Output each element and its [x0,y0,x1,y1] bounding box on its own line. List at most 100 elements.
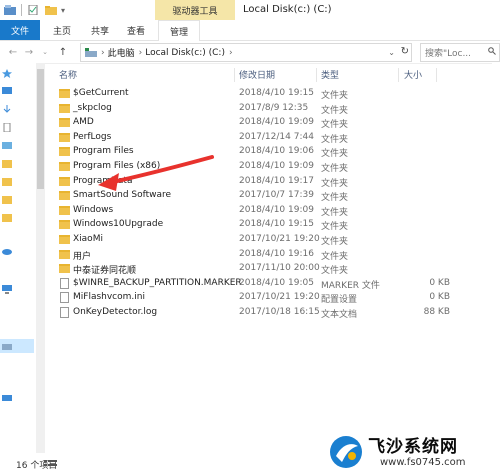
folder-row[interactable]: 用户 2018/4/10 19:16 文件夹 [56,248,500,262]
folder-row[interactable]: Program Files 2018/4/10 19:06 文件夹 [56,145,500,159]
file-type: 文件夹 [321,193,349,204]
folder-row[interactable]: Program Files (x86) 2018/4/10 19:09 文件夹 [56,160,500,174]
folder-row[interactable]: Windows 2018/4/10 19:09 文件夹 [56,204,500,218]
file-type: 文件夹 [321,207,349,218]
forward-button[interactable]: → [22,45,36,59]
nav-item[interactable] [0,103,34,117]
nav-item[interactable] [0,393,34,407]
scrollbar-thumb[interactable] [37,69,44,189]
folder-row[interactable]: ProgramData 2018/4/10 19:17 文件夹 [56,175,500,189]
recent-locations-button[interactable]: ⌄ [38,45,52,59]
column-divider[interactable] [436,68,437,82]
file-name: ProgramData [73,175,133,186]
file-type: 文件夹 [321,91,349,101]
nav-item[interactable] [0,85,34,99]
file-date: 2017/11/10 20:00 [239,263,320,274]
properties-icon[interactable] [27,5,39,15]
column-header-date[interactable]: 修改日期 [239,68,275,82]
folder-icon [59,249,70,259]
folder-row[interactable]: $GetCurrent 2018/4/10 19:15 文件夹 [56,87,500,101]
nav-item[interactable] [0,283,34,297]
file-date: 2018/4/10 19:16 [239,248,314,259]
folder-row[interactable]: XiaoMi 2017/10/21 19:20 文件夹 [56,233,500,247]
file-name: MiFlashvcom.ini [73,292,145,303]
address-bar[interactable]: › 此电脑 › Local Disk(c:) (C:) › ⌄ ↻ [80,43,412,62]
breadcrumb-this-pc[interactable]: 此电脑 [108,46,135,59]
file-date: 2017/10/7 17:39 [239,190,314,201]
folder-row[interactable]: _skpclog 2017/8/9 12:35 文件夹 [56,102,500,116]
drive-icon [85,48,97,57]
nav-item-local-disk[interactable] [0,339,34,353]
column-header-name[interactable]: 名称 [59,68,77,82]
folder-row[interactable]: AMD 2018/4/10 19:09 文件夹 [56,116,500,130]
star-icon [2,69,12,78]
file-size: 0 KB [429,277,450,288]
network-icon [2,395,12,401]
folder-icon [59,118,70,128]
search-placeholder: 搜索"Loc... [425,49,472,59]
back-arrow-icon: ← [8,46,18,58]
tab-share[interactable]: 共享 [84,20,116,40]
file-icon [60,277,69,289]
tab-view[interactable]: 查看 [120,20,152,40]
address-dropdown-icon[interactable]: ⌄ [388,48,395,57]
up-arrow-icon: ↑ [58,46,68,58]
file-name: _skpclog [73,102,112,113]
folder-icon [2,196,12,204]
column-divider[interactable] [234,68,235,82]
column-header-type[interactable]: 类型 [321,68,339,82]
file-date: 2017/10/21 19:20 [239,234,320,244]
nav-item[interactable] [0,157,34,171]
breadcrumb-separator-icon: › [101,47,105,58]
folder-icon [59,235,70,244]
nav-item[interactable] [0,211,34,225]
file-name: 用户 [73,251,92,262]
file-date: 2017/10/18 16:15 [239,307,320,317]
file-type: MARKER 文件 [321,280,380,291]
file-date: 2017/8/9 12:35 [239,102,309,113]
nav-item[interactable] [0,139,34,153]
file-date: 2018/4/10 19:15 [239,219,314,230]
new-folder-icon[interactable] [45,5,57,15]
file-date: 2018/4/10 19:09 [239,204,314,215]
tab-manage[interactable]: 管理 [158,20,200,41]
column-divider[interactable] [398,68,399,82]
column-header-size[interactable]: 大小 [404,68,422,82]
nav-item[interactable] [0,175,34,189]
file-row[interactable]: $WINRE_BACKUP_PARTITION.MARKER 2018/4/10 … [56,277,500,291]
tab-file[interactable]: 文件 [0,20,40,40]
onedrive-icon [2,249,12,255]
refresh-icon[interactable]: ↻ [401,46,409,57]
file-name: PerfLogs [73,131,112,142]
navigation-scrollbar[interactable] [36,63,45,453]
folder-row[interactable]: SmartSound Software 2017/10/7 17:39 文件夹 [56,189,500,203]
nav-item[interactable] [0,121,34,135]
file-icon [60,292,69,304]
up-button[interactable]: ↑ [56,45,70,59]
search-box[interactable]: 搜索"Loc... [420,43,500,62]
folder-icon [59,205,70,215]
folder-row[interactable]: 中泰证券同花顺 2017/11/10 20:00 文件夹 [56,262,500,276]
file-row[interactable]: MiFlashvcom.ini 2017/10/21 19:20 配置设置 0 KB [56,291,500,305]
title-bar: ▾ 驱动器工具 Local Disk(c:) (C:) [0,0,500,20]
customize-toolbar-icon[interactable]: ▾ [61,6,65,15]
window-title: Local Disk(c:) (C:) [243,4,332,15]
file-date: 2018/4/10 19:06 [239,146,314,157]
folder-row[interactable]: Windows10Upgrade 2018/4/10 19:15 文件夹 [56,218,500,232]
nav-item[interactable] [0,193,34,207]
details-view-icon[interactable] [44,459,58,469]
file-date: 2018/4/10 19:09 [239,117,314,128]
back-button[interactable]: ← [6,45,20,59]
file-type: 文件夹 [321,149,349,160]
quick-access-toolbar: ▾ [4,3,65,17]
column-divider[interactable] [316,68,317,82]
file-name: SmartSound Software [73,190,172,201]
folder-row[interactable]: PerfLogs 2017/12/14 7:44 文件夹 [56,131,500,145]
breadcrumb-local-disk[interactable]: Local Disk(c:) (C:) [145,48,225,58]
file-row[interactable]: OnKeyDetector.log 2017/10/18 16:15 文本文档 88 … [56,306,500,320]
nav-item[interactable] [0,67,34,81]
nav-item[interactable] [0,245,34,259]
file-name: Program Files [73,146,134,157]
tab-home[interactable]: 主页 [46,20,78,40]
explorer-icon[interactable] [4,5,16,15]
